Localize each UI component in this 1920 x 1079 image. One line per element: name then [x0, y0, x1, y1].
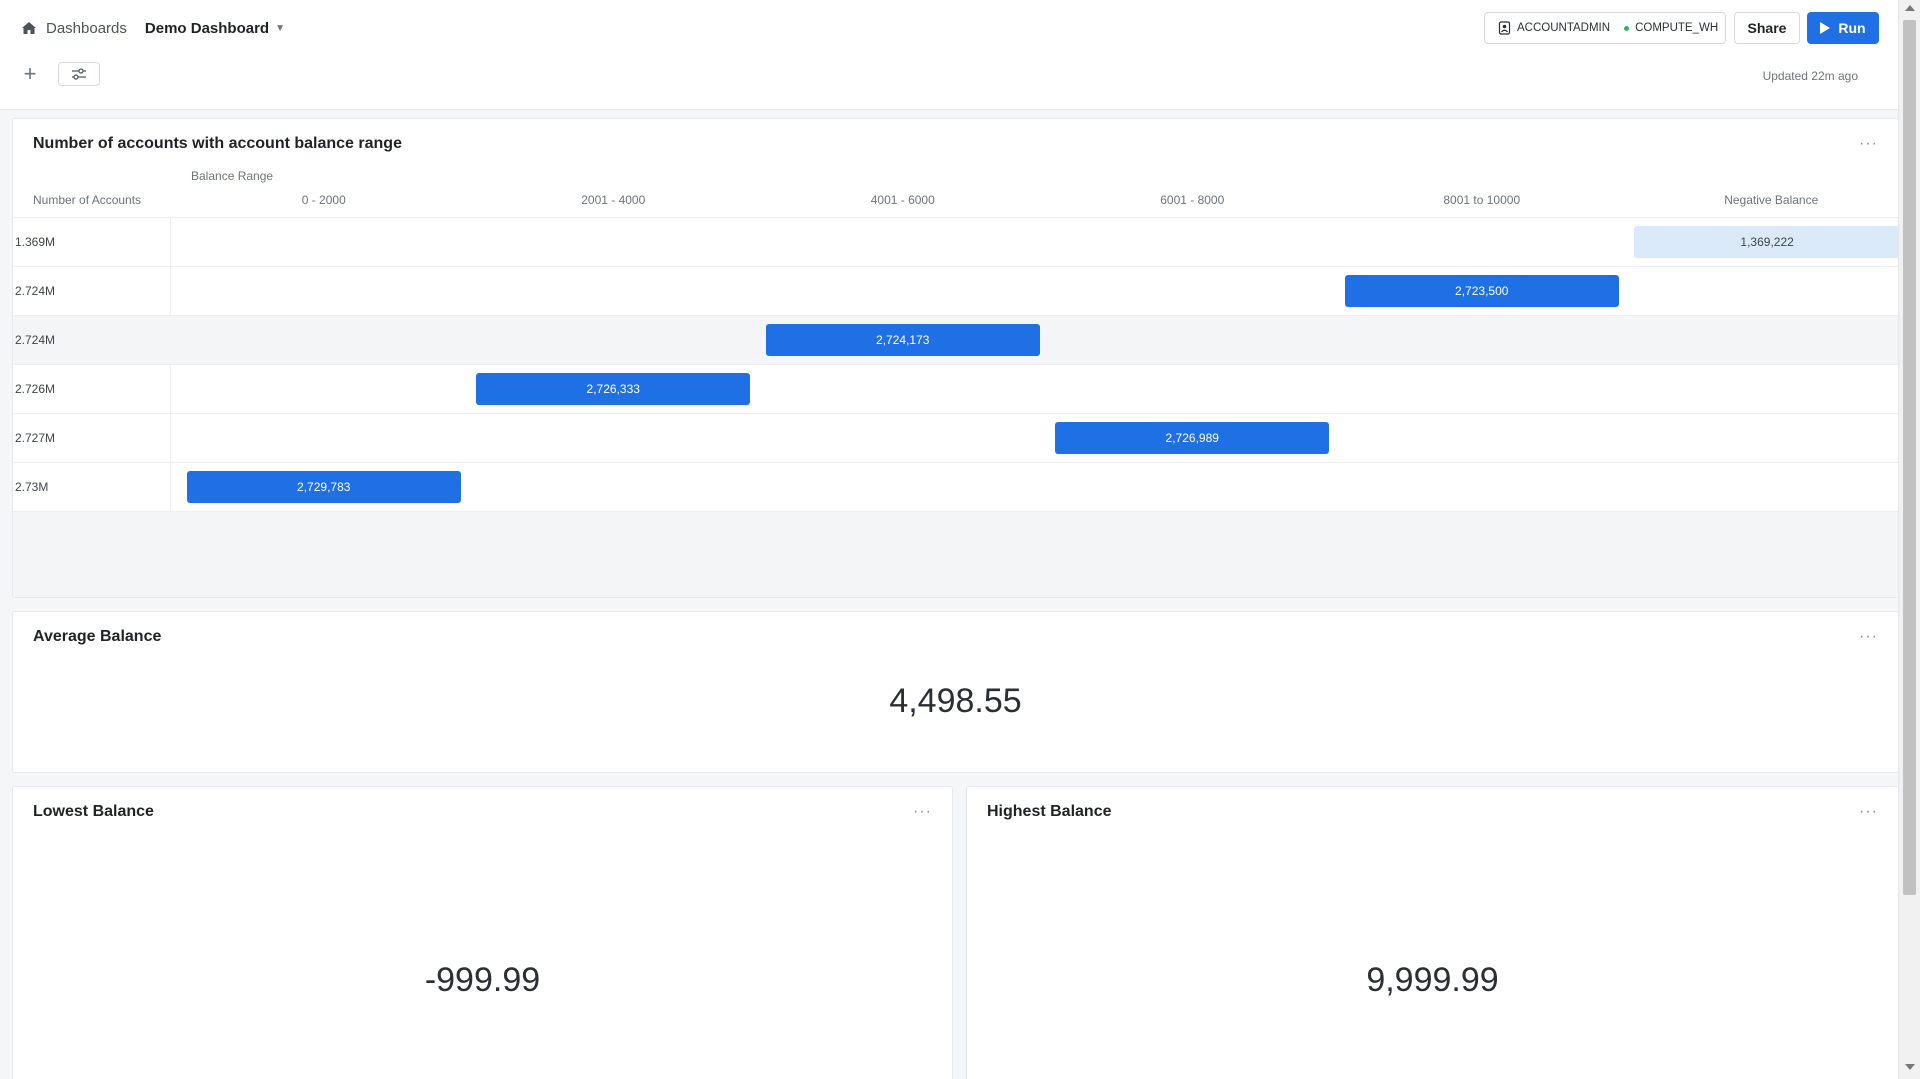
run-button-label: Run: [1838, 20, 1866, 36]
table-row: 2.726M 2,726,333: [13, 364, 1900, 413]
top-bar: Dashboards Demo Dashboard ▼ ACCOUNTADMIN…: [0, 0, 1898, 110]
table-row: 2.724M 2,724,173: [13, 315, 1900, 364]
lowest-balance-tile: Lowest Balance ··· -999.99: [12, 786, 953, 1079]
table-row: 2.724M 2,723,500: [13, 266, 1900, 315]
data-bar[interactable]: 2,729,783: [186, 471, 461, 503]
updated-timestamp: Updated 22m ago: [1762, 69, 1858, 83]
data-bar[interactable]: 2,726,333: [476, 373, 751, 405]
more-options-icon[interactable]: ···: [1859, 803, 1878, 821]
highest-balance-value: 9,999.99: [1366, 961, 1499, 999]
data-bar[interactable]: 2,726,989: [1055, 422, 1330, 454]
context-selector[interactable]: ACCOUNTADMIN COMPUTE_WH: [1484, 12, 1726, 44]
sliders-icon: [72, 68, 86, 80]
data-bar[interactable]: 2,724,173: [765, 324, 1040, 356]
average-balance-title: Average Balance: [33, 628, 162, 645]
column-header: 6001 - 8000: [1160, 193, 1225, 207]
add-tile-button[interactable]: +: [20, 63, 40, 85]
column-header: 8001 to 10000: [1443, 193, 1521, 207]
lowest-balance-value: -999.99: [424, 961, 541, 999]
chart-tile: Number of accounts with account balance …: [12, 118, 1900, 598]
chevron-down-icon[interactable]: ▼: [275, 23, 285, 34]
data-bar[interactable]: 1,369,222: [1634, 226, 1900, 258]
row-label: 2.726M: [15, 382, 56, 396]
average-balance-value: 4,498.55: [889, 682, 1022, 720]
scroll-down-icon[interactable]: [1905, 1064, 1915, 1070]
highest-balance-tile: Highest Balance ··· 9,999.99: [966, 786, 1899, 1079]
highest-balance-title: Highest Balance: [987, 803, 1112, 820]
home-icon[interactable]: [20, 19, 38, 37]
more-options-icon[interactable]: ···: [1859, 628, 1878, 646]
column-header: 4001 - 6000: [870, 193, 935, 207]
role-label: ACCOUNTADMIN: [1517, 22, 1611, 34]
row-label: 2.724M: [15, 333, 56, 347]
page-scrollbar[interactable]: [1898, 0, 1920, 1079]
table-row: 2.73M 2,729,783: [13, 462, 1900, 511]
row-label: 2.724M: [15, 284, 56, 298]
scroll-thumb[interactable]: [1903, 20, 1916, 895]
column-header: 0 - 2000: [301, 193, 346, 207]
more-options-icon[interactable]: ···: [1859, 135, 1878, 153]
average-balance-tile: Average Balance ··· 4,498.55: [12, 611, 1899, 773]
row-label: 1.369M: [15, 235, 56, 249]
dashboard-title[interactable]: Demo Dashboard: [145, 20, 269, 37]
column-header: 2001 - 4000: [581, 193, 646, 207]
play-icon: [1820, 22, 1831, 34]
chart-footer: [13, 511, 1900, 597]
scroll-up-icon[interactable]: [1905, 5, 1915, 11]
warehouse-label: COMPUTE_WH: [1635, 22, 1719, 34]
row-label: 2.727M: [15, 431, 56, 445]
filter-button[interactable]: [58, 62, 100, 86]
lowest-balance-title: Lowest Balance: [33, 803, 154, 820]
role-icon: [1498, 21, 1511, 35]
table-row: 2.727M 2,726,989: [13, 413, 1900, 462]
data-bar[interactable]: 2,723,500: [1344, 275, 1619, 307]
breadcrumb-dashboards-link[interactable]: Dashboards: [46, 20, 127, 37]
row-label: 2.73M: [15, 480, 49, 494]
y-axis-label: Number of Accounts: [33, 193, 142, 207]
run-button[interactable]: Run: [1807, 12, 1879, 44]
status-dot: [1624, 25, 1630, 31]
breadcrumb: Dashboards Demo Dashboard ▼: [20, 17, 285, 39]
share-button[interactable]: Share: [1734, 12, 1800, 44]
table-row: 1.369M 1,369,222: [13, 217, 1900, 266]
column-header: Negative Balance: [1724, 193, 1819, 207]
series-label: Balance Range: [191, 169, 274, 183]
more-options-icon[interactable]: ···: [913, 803, 932, 821]
chart-title: Number of accounts with account balance …: [33, 135, 402, 152]
